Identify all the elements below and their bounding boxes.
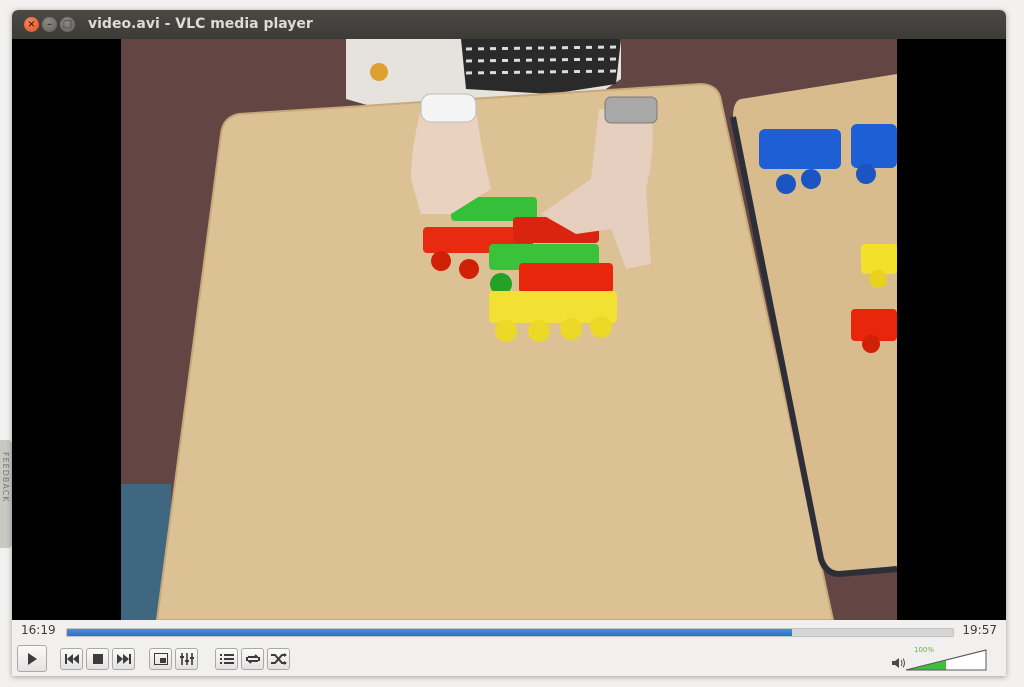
title-bar[interactable]: × – □ video.avi - VLC media player [12, 10, 1006, 39]
video-frame [121, 39, 897, 620]
skip-forward-icon [116, 654, 131, 664]
next-button[interactable] [112, 648, 135, 670]
close-window-button[interactable]: × [24, 17, 39, 32]
minimize-icon: – [47, 18, 52, 30]
video-picture [121, 39, 897, 620]
stop-button[interactable] [86, 648, 109, 670]
window-title: video.avi - VLC media player [88, 16, 313, 32]
skip-back-icon [64, 654, 79, 664]
equalizer-icon [179, 653, 194, 665]
close-icon: × [27, 18, 36, 30]
loop-button[interactable] [241, 648, 264, 670]
maximize-icon: □ [62, 18, 73, 30]
vlc-window: × – □ video.avi - VLC media player 16:19… [12, 10, 1006, 676]
volume-control[interactable]: 100% [892, 646, 988, 672]
play-button[interactable] [17, 645, 47, 672]
feedback-side-tab[interactable]: FEEDBACK [0, 440, 12, 548]
speaker-icon[interactable] [892, 657, 906, 669]
total-time: 19:57 [962, 623, 997, 637]
seek-slider[interactable] [66, 628, 954, 637]
playlist-button[interactable] [215, 648, 238, 670]
elapsed-time: 16:19 [21, 623, 56, 637]
previous-button[interactable] [60, 648, 83, 670]
controls-bar: 100% [12, 642, 1006, 676]
desktop: FEEDBACK × – □ video.avi - VLC media pla… [0, 0, 1024, 687]
shuffle-icon [270, 653, 287, 665]
play-icon [28, 652, 37, 665]
feedback-tab-label: FEEDBACK [1, 452, 10, 503]
volume-slider[interactable] [906, 648, 988, 672]
playlist-icon [219, 654, 234, 664]
fullscreen-button[interactable] [149, 648, 172, 670]
stop-icon [92, 654, 103, 664]
seek-progress [67, 629, 792, 636]
extended-settings-button[interactable] [175, 648, 198, 670]
loop-icon [245, 654, 260, 664]
minimize-window-button[interactable]: – [42, 17, 57, 32]
shuffle-button[interactable] [267, 648, 290, 670]
maximize-window-button[interactable]: □ [60, 17, 75, 32]
seek-row: 16:19 19:57 [12, 620, 1006, 642]
fullscreen-icon [153, 653, 168, 665]
video-area[interactable] [12, 39, 1006, 620]
